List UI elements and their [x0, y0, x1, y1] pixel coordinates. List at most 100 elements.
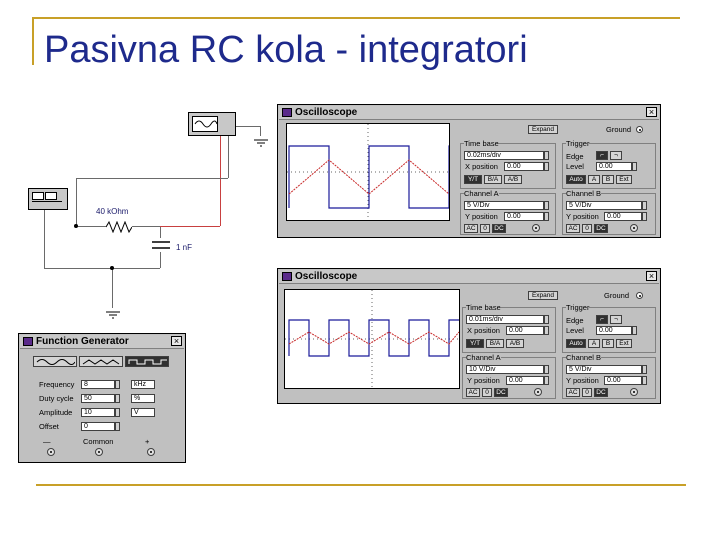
fg-param-spinner[interactable]: [115, 380, 120, 389]
xpos-field[interactable]: 0.00: [504, 162, 544, 171]
channel-a-field[interactable]: 10 V/Div: [466, 365, 544, 374]
timebase-spinner[interactable]: [544, 315, 549, 324]
fg-param-unit[interactable]: kHz: [131, 380, 155, 389]
level-field[interactable]: 0.00: [596, 162, 632, 171]
fg-param-field[interactable]: 8: [81, 380, 115, 389]
resistor-icon[interactable]: [105, 220, 133, 234]
level-field[interactable]: 0.00: [596, 326, 632, 335]
xpos-spinner[interactable]: [544, 326, 549, 335]
channel-b-ypos-field[interactable]: 0.00: [604, 212, 642, 221]
fg-param-field[interactable]: 0: [81, 422, 115, 431]
channel-b-dc-button[interactable]: DC: [594, 388, 608, 397]
triangle-wave-button[interactable]: [79, 356, 123, 367]
fg-param-spinner[interactable]: [115, 394, 120, 403]
channel-b-spinner[interactable]: [642, 365, 647, 374]
channel-a-dc-button[interactable]: DC: [494, 388, 508, 397]
mode-ba-button[interactable]: B/A: [486, 339, 504, 348]
channel-a-ypos-field[interactable]: 0.00: [506, 376, 544, 385]
fg-param-field[interactable]: 50: [81, 394, 115, 403]
fg-param-field[interactable]: 10: [81, 408, 115, 417]
mode-yt-button[interactable]: Y/T: [466, 339, 484, 348]
channel-a-terminal-icon[interactable]: [534, 388, 542, 396]
channel-a-heading: Channel A: [466, 353, 501, 362]
channel-b-ypos-spinner[interactable]: [642, 212, 647, 221]
channel-a-field[interactable]: 5 V/Div: [464, 201, 544, 210]
oscilloscope-window-2[interactable]: Oscilloscope × Expand Ground Time base 0…: [277, 268, 661, 404]
common-terminal-icon[interactable]: [95, 448, 103, 456]
sine-wave-button[interactable]: [33, 356, 77, 367]
level-spinner[interactable]: [632, 162, 637, 171]
channel-b-field[interactable]: 5 V/Div: [566, 365, 642, 374]
trigger-ext-button[interactable]: Ext: [616, 175, 632, 184]
minus-terminal-icon[interactable]: [47, 448, 55, 456]
channel-b-dc-button[interactable]: DC: [594, 224, 608, 233]
window-titlebar[interactable]: Function Generator ×: [20, 335, 184, 349]
mode-ab-button[interactable]: A/B: [506, 339, 524, 348]
fg-param-spinner[interactable]: [115, 408, 120, 417]
channel-b-terminal-icon[interactable]: [630, 224, 638, 232]
window-titlebar[interactable]: Oscilloscope ×: [279, 270, 659, 284]
channel-b-ac-button[interactable]: AC: [566, 224, 580, 233]
ground-radio[interactable]: [636, 292, 643, 299]
channel-a-dc-button[interactable]: DC: [492, 224, 506, 233]
channel-a-ypos-spinner[interactable]: [544, 376, 549, 385]
timebase-spinner[interactable]: [544, 151, 549, 160]
channel-b-zero-button[interactable]: 0: [582, 224, 592, 233]
close-icon[interactable]: ×: [646, 271, 657, 281]
channel-a-ypos-field[interactable]: 0.00: [504, 212, 544, 221]
timebase-field[interactable]: 0.02ms/div: [464, 151, 544, 160]
channel-a-ypos-spinner[interactable]: [544, 212, 549, 221]
function-generator-instrument-icon[interactable]: [28, 188, 68, 210]
channel-b-ypos-spinner[interactable]: [642, 376, 647, 385]
channel-a-ac-button[interactable]: AC: [466, 388, 480, 397]
channel-b-field[interactable]: 5 V/Div: [566, 201, 642, 210]
channel-a-terminal-icon[interactable]: [532, 224, 540, 232]
oscilloscope-icon: [282, 108, 292, 117]
trigger-auto-button[interactable]: Auto: [566, 339, 586, 348]
trigger-b-button[interactable]: B: [602, 175, 614, 184]
plus-terminal-icon[interactable]: [147, 448, 155, 456]
square-wave-button[interactable]: [125, 356, 169, 367]
scope-instrument-icon[interactable]: [188, 112, 236, 136]
channel-b-terminal-icon[interactable]: [630, 388, 638, 396]
edge-rising-button[interactable]: ⌐: [596, 315, 608, 324]
level-spinner[interactable]: [632, 326, 637, 335]
fg-param-unit[interactable]: V: [131, 408, 155, 417]
channel-a-ac-button[interactable]: AC: [464, 224, 478, 233]
close-icon[interactable]: ×: [171, 336, 182, 346]
timebase-field[interactable]: 0.01ms/div: [466, 315, 544, 324]
bottom-rule: [36, 484, 686, 486]
fg-param-unit[interactable]: %: [131, 394, 155, 403]
fg-param-spinner[interactable]: [115, 422, 120, 431]
function-generator-window[interactable]: Function Generator × Frequency 8 kHz Duty c…: [18, 333, 186, 463]
channel-a-zero-button[interactable]: 0: [480, 224, 490, 233]
channel-b-ypos-field[interactable]: 0.00: [604, 376, 642, 385]
ground-radio[interactable]: [636, 126, 643, 133]
trigger-a-button[interactable]: A: [588, 175, 600, 184]
expand-button[interactable]: Expand: [528, 125, 558, 134]
edge-falling-button[interactable]: ¬: [610, 315, 622, 324]
mode-ab-button[interactable]: A/B: [504, 175, 522, 184]
trigger-auto-button[interactable]: Auto: [566, 175, 586, 184]
channel-a-spinner[interactable]: [544, 365, 549, 374]
edge-falling-button[interactable]: ¬: [610, 151, 622, 160]
mode-yt-button[interactable]: Y/T: [464, 175, 482, 184]
channel-b-spinner[interactable]: [642, 201, 647, 210]
expand-button[interactable]: Expand: [528, 291, 558, 300]
xpos-spinner[interactable]: [544, 162, 549, 171]
channel-a-spinner[interactable]: [544, 201, 549, 210]
trigger-b-button[interactable]: B: [602, 339, 614, 348]
trigger-ext-button[interactable]: Ext: [616, 339, 632, 348]
window-titlebar[interactable]: Oscilloscope ×: [279, 106, 659, 120]
capacitor-icon[interactable]: [150, 238, 172, 252]
channel-b-zero-button[interactable]: 0: [582, 388, 592, 397]
mode-ba-button[interactable]: B/A: [484, 175, 502, 184]
channel-a-zero-button[interactable]: 0: [482, 388, 492, 397]
close-icon[interactable]: ×: [646, 107, 657, 117]
trigger-a-button[interactable]: A: [588, 339, 600, 348]
timebase-heading: Time base: [464, 139, 499, 148]
oscilloscope-window-1[interactable]: Oscilloscope × Expand Ground Time base 0…: [277, 104, 661, 238]
edge-rising-button[interactable]: ⌐: [596, 151, 608, 160]
channel-b-ac-button[interactable]: AC: [566, 388, 580, 397]
xpos-field[interactable]: 0.00: [506, 326, 544, 335]
